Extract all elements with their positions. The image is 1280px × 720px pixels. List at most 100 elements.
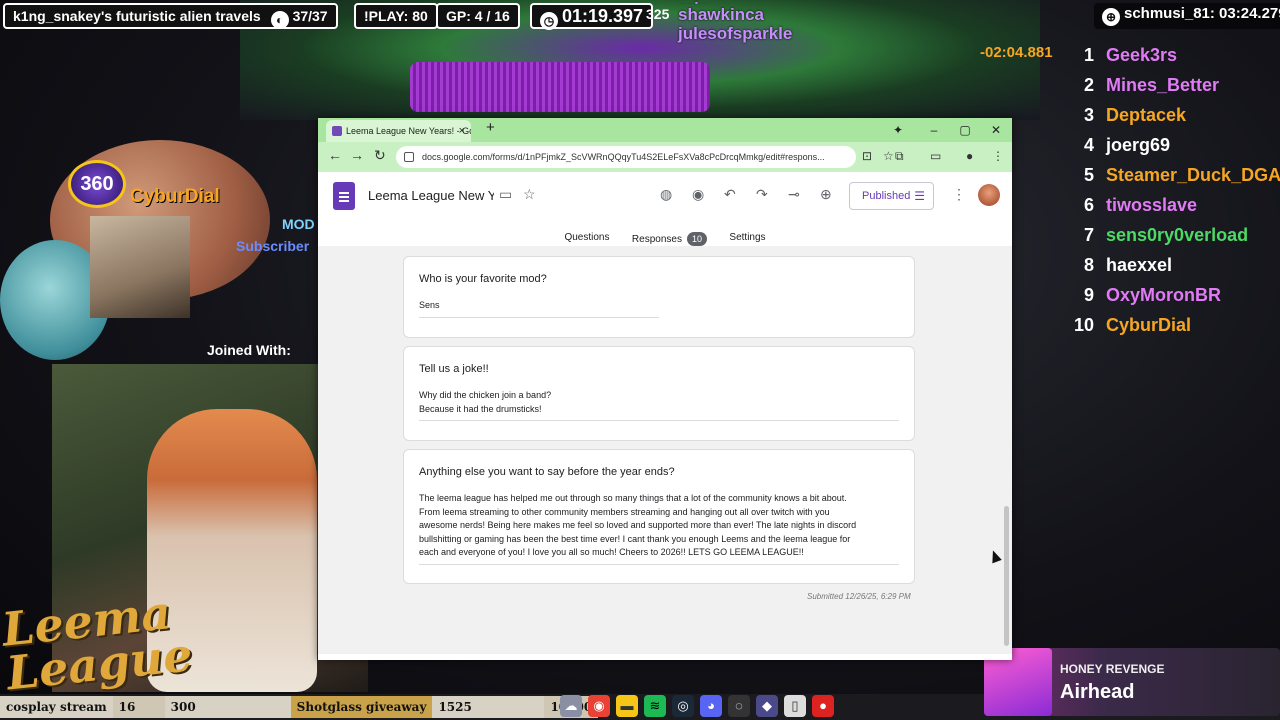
chrome-icon[interactable]: ◉ (588, 695, 610, 717)
spotify-icon[interactable]: ≋ (644, 695, 666, 717)
browser-toolbar: ← → ↻ docs.google.com/forms/d/1nPFjmkZ_S… (318, 142, 1012, 172)
leaderboard-row: 2 Mines_Better (1068, 70, 1280, 100)
leaderboard-row: 8 haexxel (1068, 250, 1280, 280)
redo-icon[interactable]: ↷ (756, 186, 768, 203)
run-timer: ◷ 01:19.397 (530, 3, 654, 30)
form-title[interactable]: Leema League New Yea (368, 188, 494, 203)
palette-icon[interactable]: ◍ (660, 186, 672, 203)
eye-icon[interactable]: ◉ (692, 186, 704, 203)
record-time-value: schmusi_81: 03:24.279 (1124, 5, 1280, 22)
published-label: Published (862, 190, 911, 202)
star-icon[interactable]: ☆ (523, 186, 536, 203)
screenshot-icon[interactable]: ⊡ (862, 149, 872, 163)
extensions-icon[interactable]: ⧉ (895, 149, 904, 164)
new-tab-button[interactable]: + (486, 119, 495, 136)
more-vert-icon[interactable]: ⋮ (992, 149, 1004, 163)
globe-icon: ⊕ (1102, 8, 1120, 26)
stream-title-box: k1ng_snakey's futuristic alien travels ◐… (3, 3, 338, 29)
extension-icon[interactable]: ✦ (883, 118, 913, 142)
chat-name: julesofsparkle (678, 24, 793, 43)
add-person-icon[interactable]: ⊕ (820, 186, 832, 203)
leaderboard-name: sens0ry0verload (1106, 224, 1249, 245)
now-playing: HONEY REVENGE Airhead (984, 648, 1280, 716)
stream-count: 37/37 (292, 8, 328, 24)
answer-line: The leema league has helped me out throu… (419, 493, 847, 503)
bookmark-star-icon[interactable]: ☆ (883, 149, 894, 163)
leaderboard-name: haexxel (1106, 254, 1173, 275)
profile-icon[interactable]: ● (966, 149, 973, 163)
tab-title: Leema League New Years! - Go (346, 126, 471, 136)
ticker-segment: 1525 (432, 696, 545, 718)
leaderboard-rank: 2 (1083, 74, 1094, 95)
leaderboard-rank: 9 (1083, 284, 1094, 305)
progress-icon: ◐ (270, 11, 289, 29)
leaderboard-name: OxyMoronBR (1106, 284, 1222, 305)
tab-bar: Leema League New Years! - Go × + ✦ – ▢ ✕ (318, 118, 1012, 142)
answer-text: Why did the chicken join a band? Because… (419, 389, 899, 421)
leaderboard-row: 3 Deptacek (1068, 100, 1280, 130)
address-bar[interactable]: docs.google.com/forms/d/1nPFjmkZ_ScVWRnQ… (396, 146, 856, 168)
close-window-button[interactable]: ✕ (981, 118, 1011, 142)
response-card: Who is your favorite mod? Sens (403, 256, 915, 338)
chat-name: shawkinca (678, 5, 764, 24)
back-icon[interactable]: ← (328, 147, 342, 163)
sub-badge: 360 (68, 160, 126, 208)
cast-icon[interactable]: ▭ (930, 149, 941, 163)
minimize-button[interactable]: – (919, 118, 949, 142)
close-tab-icon[interactable]: × (459, 120, 465, 142)
answer-line: each and everyone of you! I love you all… (419, 547, 804, 557)
goal-ticker: cosplay stream 16 300 Shotglass giveaway 152… (0, 696, 599, 718)
form-header: Leema League New Yea ▭ ☆ ◍ ◉ ↶ ↷ ⊸ ⊕ Pub… (318, 172, 1012, 252)
chat-names: rain shawkinca julesofsparkle (678, 0, 792, 42)
ticker-segment: 16 (112, 696, 165, 718)
published-button[interactable]: Published ☰ (849, 182, 934, 210)
more-vert-icon[interactable]: ⋮ (952, 186, 966, 203)
ticker-segment: cosplay stream (0, 696, 113, 718)
site-info-icon[interactable] (404, 152, 414, 162)
answer-text: The leema league has helped me out throu… (419, 492, 899, 565)
chat-name: rain (678, 0, 792, 4)
leaderboard-rank: 6 (1083, 194, 1094, 215)
leaderboard-row: 1 Geek3rs (1068, 40, 1280, 70)
link-icon[interactable]: ⊸ (788, 186, 800, 203)
tab-responses-label: Responses (631, 234, 682, 245)
avatar[interactable] (978, 184, 1000, 206)
discord-icon[interactable]: ◕ (700, 695, 722, 717)
stream-title: k1ng_snakey's futuristic alien travels (13, 8, 261, 24)
undo-icon[interactable]: ↶ (724, 186, 736, 203)
answer-line: From leema streaming to other community … (419, 506, 830, 517)
forward-icon[interactable]: → (350, 147, 364, 163)
leaderboard-name: joerg69 (1106, 134, 1171, 155)
folder-icon[interactable]: ▭ (499, 186, 512, 203)
play-counter: !PLAY: 80 (354, 3, 438, 29)
leaderboard-row: 9 OxyMoronBR (1068, 280, 1280, 310)
obs-icon[interactable]: ◌ (728, 695, 750, 717)
steam-icon[interactable]: ◎ (672, 695, 694, 717)
split-delta: -02:04.881 (980, 44, 1053, 61)
url-text: docs.google.com/forms/d/1nPFjmkZ_ScVWRnQ… (422, 152, 825, 162)
submitted-timestamp: Submitted 12/26/25, 6:29 PM (807, 592, 911, 601)
response-card: Tell us a joke!! Why did the chicken joi… (403, 346, 915, 441)
reload-icon[interactable]: ↻ (374, 147, 386, 164)
answer-line: Why did the chicken join a band? (419, 390, 552, 400)
alert-username: CyburDial (130, 186, 220, 207)
responses-count-badge: 10 (686, 232, 707, 246)
maximize-button[interactable]: ▢ (950, 118, 980, 142)
taskbar: ☁ ◉ ▬ ≋ ◎ ◕ ◌ ◆ ▯ ● (560, 694, 834, 718)
leaderboard-rank: 5 (1083, 164, 1094, 185)
app-icon[interactable]: ▯ (784, 695, 806, 717)
app-icon[interactable]: ☁ (560, 695, 582, 717)
leaderboard-rank: 1 (1083, 44, 1094, 65)
leaderboard: 1 Geek3rs 2 Mines_Better 3 Deptacek 4 joerg69 5 S… (1068, 40, 1280, 340)
browser-tab[interactable]: Leema League New Years! - Go × (326, 120, 471, 142)
leaderboard-rank: 10 (1073, 314, 1094, 335)
question-title: Who is your favorite mod? (419, 273, 547, 285)
scrollbar[interactable] (1004, 506, 1009, 646)
leaderboard-name: CyburDial (1106, 314, 1192, 335)
app-icon[interactable]: ● (812, 695, 834, 717)
app-icon[interactable]: ◆ (756, 695, 778, 717)
folder-icon[interactable]: ▬ (616, 695, 638, 717)
subscriber-label: Subscriber (236, 238, 310, 254)
gp-counter: GP: 4 / 16 (436, 3, 520, 29)
responses-content: Who is your favorite mod? Sens Tell us a… (318, 246, 1012, 654)
